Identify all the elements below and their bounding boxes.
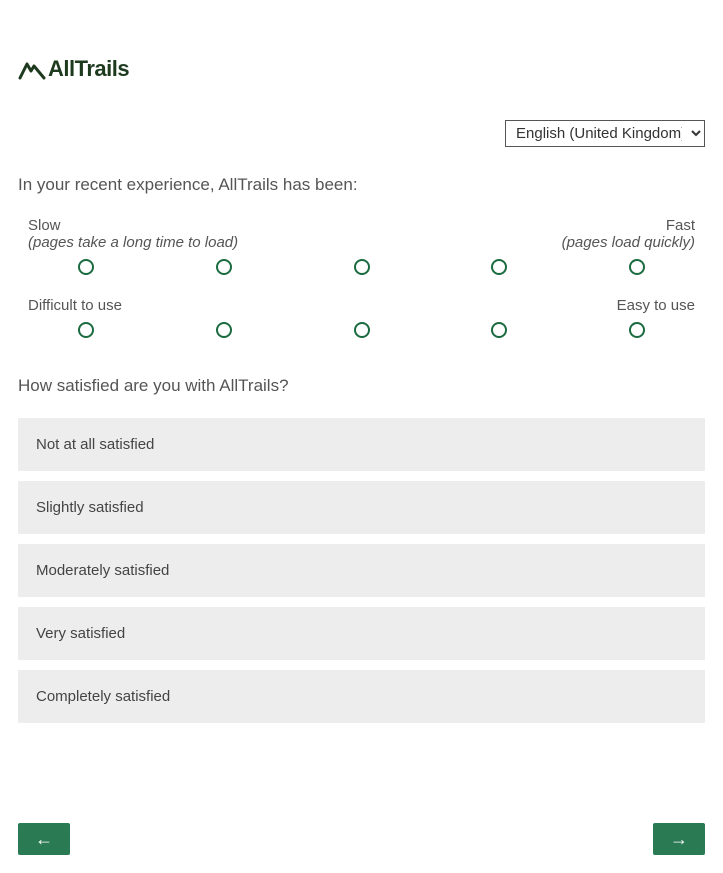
satisfaction-option-2[interactable]: Slightly satisfied <box>18 481 705 534</box>
scale-speed-radio-4[interactable] <box>491 259 507 275</box>
scale-speed-radio-2[interactable] <box>216 259 232 275</box>
scale-left-sub: (pages take a long time to load) <box>28 234 238 251</box>
scale-ease-radio-4[interactable] <box>491 322 507 338</box>
scale-ease-radio-2[interactable] <box>216 322 232 338</box>
scale-ease-radio-5[interactable] <box>629 322 645 338</box>
satisfaction-option-4[interactable]: Very satisfied <box>18 607 705 660</box>
next-button[interactable]: → <box>653 823 705 855</box>
satisfaction-option-1[interactable]: Not at all satisfied <box>18 418 705 471</box>
satisfaction-option-5[interactable]: Completely satisfied <box>18 670 705 723</box>
arrow-left-icon: ← <box>35 829 53 850</box>
prev-button[interactable]: ← <box>18 823 70 855</box>
scale-speed-radio-5[interactable] <box>629 259 645 275</box>
scale-ease-radio-1[interactable] <box>78 322 94 338</box>
scale-ease: Difficult to use Easy to use <box>18 297 705 338</box>
mountain-icon <box>18 58 46 80</box>
scale-right-label: Fast <box>666 217 695 234</box>
brand-name: AllTrails <box>48 56 129 82</box>
satisfaction-option-3[interactable]: Moderately satisfied <box>18 544 705 597</box>
scale-ease-radio-3[interactable] <box>354 322 370 338</box>
scale-left-label: Difficult to use <box>28 297 122 314</box>
question1-prompt: In your recent experience, AllTrails has… <box>18 175 705 195</box>
scale-right-sub: (pages load quickly) <box>562 234 695 251</box>
language-select[interactable]: English (United Kingdom) <box>505 120 705 147</box>
brand-logo: AllTrails <box>18 56 705 82</box>
arrow-right-icon: → <box>670 829 688 850</box>
scale-speed-radio-3[interactable] <box>354 259 370 275</box>
scale-right-label: Easy to use <box>617 297 695 314</box>
scale-speed: Slow (pages take a long time to load) Fa… <box>18 217 705 275</box>
scale-left-label: Slow <box>28 217 61 234</box>
scale-speed-radio-1[interactable] <box>78 259 94 275</box>
question2-prompt: How satisfied are you with AllTrails? <box>18 376 705 396</box>
